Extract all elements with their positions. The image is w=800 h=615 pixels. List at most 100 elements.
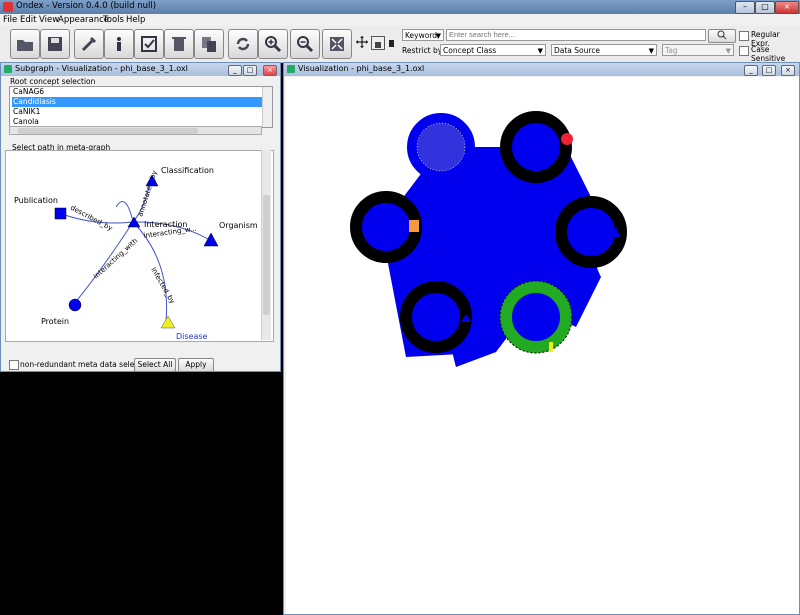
cluster-right[interactable] [555, 196, 627, 268]
node-label: Organism [219, 221, 258, 230]
meta-graph-scrollbar[interactable] [261, 150, 271, 340]
list-item-selected[interactable]: Candidiasis [12, 97, 263, 107]
data-source-value: Data Source [554, 46, 601, 55]
minimize-button[interactable]: – [735, 1, 755, 14]
info-icon [117, 37, 121, 51]
subgraph-title-bar: Subgraph - Visualization - phi_base_3_1.… [1, 63, 280, 76]
toolbar: Keyword▼ Restrict by: Concept Class▼ Dat… [0, 26, 800, 63]
menu-file[interactable]: File [3, 15, 17, 25]
cluster-left[interactable] [350, 191, 422, 263]
check-button[interactable] [134, 29, 164, 59]
vis-minimize-button[interactable]: _ [744, 65, 758, 76]
cluster-top-left[interactable] [407, 113, 475, 181]
hscroll-thumb[interactable] [18, 128, 198, 134]
vis-maximize-button[interactable]: □ [762, 65, 776, 76]
subgraph-maximize-button[interactable]: □ [243, 65, 257, 76]
keyword-select[interactable]: Keyword ▼ [402, 29, 444, 41]
info-button[interactable] [104, 29, 134, 59]
node-label: Classification [161, 166, 214, 175]
tag-select[interactable]: Tag ▼ [662, 44, 734, 56]
organism-node[interactable] [203, 232, 219, 247]
concept-class-select[interactable]: Concept Class ▼ [440, 44, 546, 56]
cluster-bottom-selected[interactable] [499, 280, 573, 354]
wrench-icon [81, 36, 97, 52]
regular-expr-checkbox[interactable] [739, 31, 749, 41]
frame-icon [4, 65, 12, 73]
select-all-button[interactable]: Select All [134, 358, 176, 372]
floppy-icon [48, 37, 62, 51]
refresh-button[interactable] [228, 29, 258, 59]
menu-tools[interactable]: Tools [103, 15, 124, 25]
window-title: Ondex - Version 0.4.0 (build null) [16, 1, 157, 11]
non-redundant-checkbox[interactable] [9, 360, 19, 370]
search-button[interactable] [708, 29, 736, 43]
case-sensitive-checkbox[interactable] [739, 46, 749, 56]
data-source-select[interactable]: Data Source ▼ [551, 44, 657, 56]
protein-node[interactable] [68, 298, 82, 312]
publication-node[interactable] [54, 207, 67, 220]
cluster-top-right[interactable] [500, 111, 573, 183]
vis-close-button[interactable]: × [781, 65, 795, 76]
case-sensitive-label: Case Sensitive [751, 45, 786, 63]
zoom-in-button[interactable] [258, 29, 288, 59]
visualization-window: Visualization - phi_base_3_1.oxl _ □ × [283, 62, 800, 615]
list-hscrollbar[interactable] [9, 126, 262, 135]
delete-button[interactable] [164, 29, 194, 59]
meta-graph-panel: described_by annotated_by interacting_w.… [5, 150, 274, 342]
scroll-thumb[interactable] [263, 195, 270, 315]
search-input[interactable] [446, 29, 706, 41]
zoom-out-icon [297, 36, 314, 53]
publication-node[interactable] [409, 220, 419, 232]
grab-icon[interactable] [386, 36, 398, 48]
disease-node[interactable] [160, 315, 176, 329]
search-icon [717, 30, 727, 40]
subgraph-minimize-button[interactable]: _ [228, 65, 242, 76]
node-label: Disease [176, 332, 208, 341]
node-label: Interaction [144, 220, 187, 229]
copy-icon [202, 37, 216, 52]
chevron-down-icon: ▼ [648, 47, 654, 55]
meta-graph-canvas[interactable]: described_by annotated_by interacting_w.… [6, 151, 273, 341]
folder-icon [17, 40, 33, 51]
frame-icon [287, 65, 295, 73]
hand-icon[interactable] [371, 36, 385, 50]
save-button[interactable] [40, 29, 70, 59]
edge-label: annotated_by [136, 169, 158, 217]
refresh-icon [236, 37, 250, 51]
chevron-down-icon: ▼ [537, 47, 543, 55]
tools-button[interactable] [74, 29, 104, 59]
cluster-bottom-left[interactable] [400, 281, 472, 353]
subgraph-window: Subgraph - Visualization - phi_base_3_1.… [0, 62, 281, 372]
subgraph-title: Subgraph - Visualization - phi_base_3_1.… [15, 64, 188, 73]
disease-node[interactable] [549, 342, 553, 352]
copy-button[interactable] [194, 29, 224, 59]
checkbox-icon [141, 36, 157, 52]
highlight-node[interactable] [561, 133, 573, 145]
tag-value: Tag [665, 46, 678, 55]
node-label: Protein [41, 317, 69, 326]
zoom-out-button[interactable] [290, 29, 320, 59]
open-button[interactable] [10, 29, 40, 59]
keyword-select-value: Keyword [405, 31, 438, 40]
apply-button[interactable]: Apply [178, 358, 214, 372]
menu-view[interactable]: View [39, 15, 59, 25]
chevron-down-icon: ▼ [435, 32, 441, 40]
node-label: Publication [14, 196, 58, 205]
graph-canvas[interactable] [286, 77, 799, 614]
list-item[interactable]: CaNIK1 [12, 107, 263, 117]
menu-help[interactable]: Help [126, 15, 145, 25]
list-item[interactable]: CaNAG6 [12, 87, 263, 97]
edge-self[interactable] [115, 201, 134, 223]
fit-view-button[interactable] [322, 29, 352, 59]
subgraph-close-button[interactable]: × [263, 65, 277, 76]
visualization-title-bar: Visualization - phi_base_3_1.oxl _ □ × [284, 63, 799, 76]
menu-appearance[interactable]: Appearance [58, 15, 109, 25]
menu-bar: File Edit View Appearance Tools Help [0, 14, 800, 26]
app-title-bar: Ondex - Version 0.4.0 (build null) – □ × [0, 0, 800, 14]
list-scrollbar[interactable] [262, 87, 272, 127]
maximize-button[interactable]: □ [755, 1, 775, 14]
close-button[interactable]: × [775, 1, 799, 14]
menu-edit[interactable]: Edit [20, 15, 36, 25]
move-icon[interactable] [356, 36, 368, 48]
graph-canvas-panel[interactable] [286, 77, 799, 614]
